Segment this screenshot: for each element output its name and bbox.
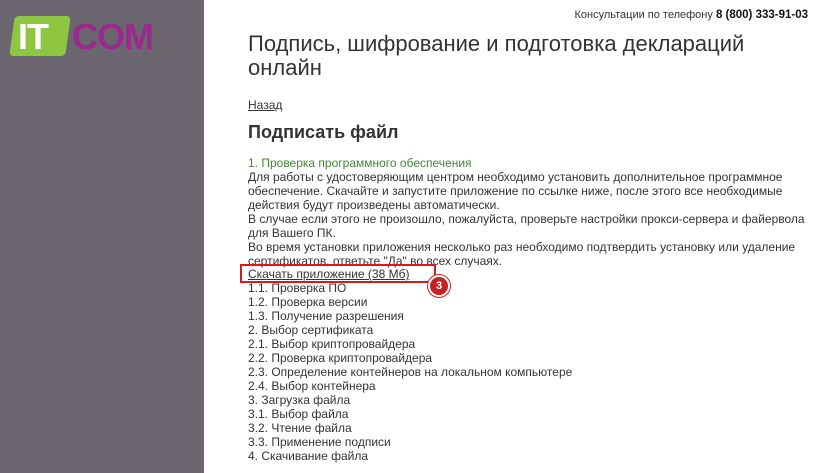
list-item: 2.2. Проверка криптопровайдера bbox=[248, 351, 433, 365]
current-step-label: 1. Проверка программного обеспечения bbox=[248, 156, 472, 170]
annotation-marker: 3 bbox=[428, 275, 450, 297]
page-title: Подпись, шифрование и подготовка деклара… bbox=[248, 31, 745, 80]
list-item: 2.1. Выбор криптопровайдера bbox=[248, 337, 416, 351]
sidebar: IT COM bbox=[0, 0, 204, 473]
back-link[interactable]: Назад bbox=[248, 98, 282, 112]
instruction-paragraph-2: В случае если этого не произошло, пожалу… bbox=[248, 212, 805, 240]
phone-label: Консультации по телефону bbox=[574, 9, 713, 21]
list-item: 3. Загрузка файла bbox=[248, 393, 351, 407]
logo-text-it: IT bbox=[18, 16, 49, 57]
list-item: 2. Выбор сертификата bbox=[248, 323, 374, 337]
download-highlight-box bbox=[240, 264, 436, 283]
list-item: 2.4. Выбор контейнера bbox=[248, 379, 376, 393]
list-item: 4. Скачивание файла bbox=[248, 449, 369, 463]
section-heading: Подписать файл bbox=[248, 122, 399, 142]
list-item: 1.3. Получение разрешения bbox=[248, 309, 404, 323]
list-item: 3.1. Выбор файла bbox=[248, 407, 349, 421]
page: IT COM Консультации по телефону 8 (800) … bbox=[0, 0, 822, 473]
list-item: 3.3. Применение подписи bbox=[248, 435, 391, 449]
logo-text-com: COM bbox=[72, 16, 154, 57]
list-item: 3.2. Чтение файла bbox=[248, 421, 352, 435]
list-item: 2.3. Определение контейнеров на локально… bbox=[248, 365, 573, 379]
phone-number: 8 (800) 333-91-03 bbox=[715, 9, 808, 21]
instruction-paragraph-1: Для работы с удостоверяющим центром необ… bbox=[248, 170, 783, 212]
steps-list: 1.1. Проверка ПО 1.2. Проверка версии 1.… bbox=[248, 281, 572, 463]
list-item: 1.1. Проверка ПО bbox=[248, 281, 347, 295]
list-item: 1.2. Проверка версии bbox=[248, 295, 368, 309]
itcom-logo[interactable]: IT COM bbox=[9, 14, 154, 60]
phone-consultation: Консультации по телефону 8 (800) 333-91-… bbox=[574, 9, 808, 21]
